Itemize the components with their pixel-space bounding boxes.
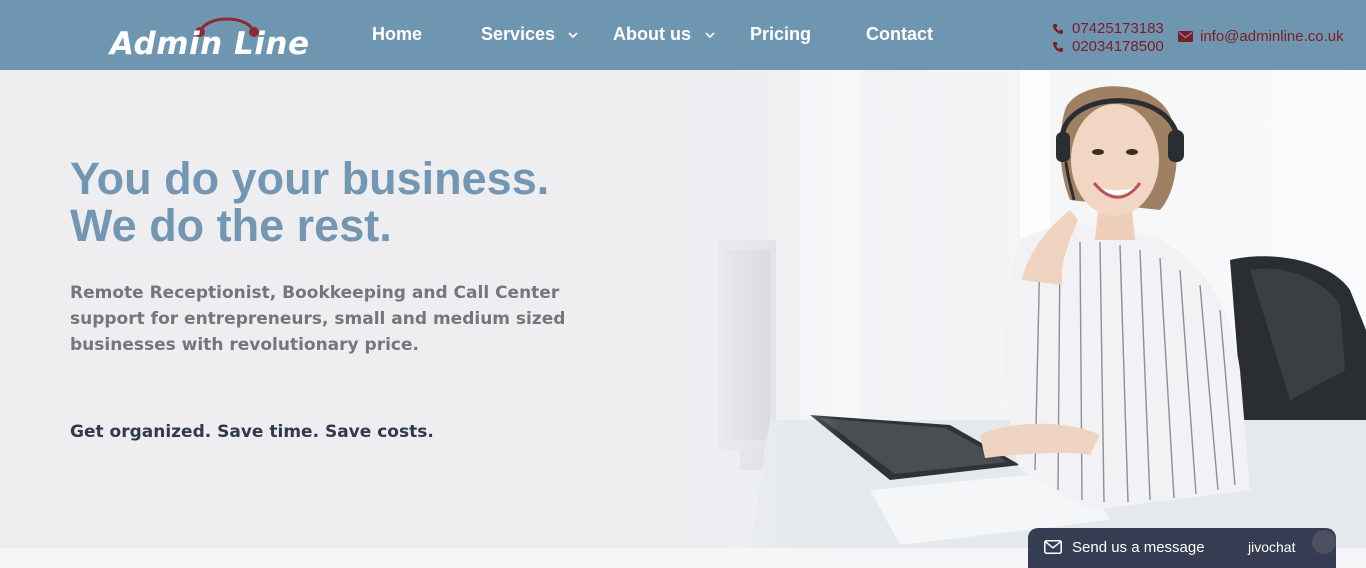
phone-icon	[1053, 24, 1063, 34]
chat-avatar[interactable]	[1312, 530, 1336, 554]
nav-contact[interactable]: Contact	[866, 24, 933, 45]
hero-tagline: Get organized. Save time. Save costs.	[70, 422, 434, 442]
chevron-down-icon[interactable]	[704, 30, 716, 40]
headline-line-1: You do your business.	[70, 153, 550, 204]
phone-number-2: 02034178500	[1072, 38, 1164, 55]
headline-line-2: We do the rest.	[70, 200, 392, 251]
nav-home[interactable]: Home	[372, 24, 422, 45]
logo-text: Admin Line	[110, 26, 310, 62]
chevron-down-icon[interactable]	[567, 30, 579, 40]
logo[interactable]: Admin Line	[110, 8, 310, 64]
chat-label: Send us a message	[1072, 539, 1205, 556]
hero-subtext: Remote Receptionist, Bookkeeping and Cal…	[70, 283, 566, 355]
nav-services[interactable]: Services	[481, 24, 555, 45]
nav-about[interactable]: About us	[613, 24, 691, 45]
envelope-icon	[1178, 31, 1193, 42]
hero-section: You do your business. We do the rest. Re…	[0, 70, 1366, 548]
chat-brand: jivochat	[1248, 539, 1296, 555]
receptionist-photo	[690, 70, 1366, 548]
site-header: Admin Line Home Services About us Pricin…	[0, 0, 1366, 70]
phone-number-1: 07425173183	[1072, 20, 1164, 37]
phone-icon	[1053, 42, 1063, 52]
nav-pricing[interactable]: Pricing	[750, 24, 811, 45]
envelope-icon	[1044, 540, 1062, 554]
hero-headline: You do your business. We do the rest.	[70, 155, 549, 249]
chat-widget-button[interactable]: Send us a message jivochat	[1028, 528, 1336, 568]
email-address: info@adminline.co.uk	[1200, 28, 1344, 45]
